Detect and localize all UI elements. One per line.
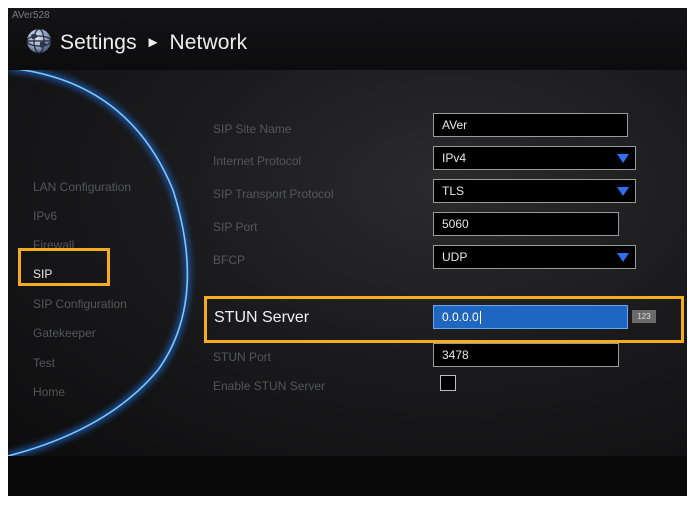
sip-transport-protocol-label: SIP Transport Protocol — [213, 187, 334, 201]
sip-port-value: 5060 — [442, 217, 469, 231]
enable-stun-server-checkbox[interactable] — [440, 375, 456, 391]
dropdown-arrow-icon — [617, 253, 629, 262]
sip-transport-protocol-value: TLS — [442, 184, 465, 198]
breadcrumb: Settings ► Network — [60, 31, 247, 55]
dropdown-arrow-icon — [617, 154, 629, 163]
bfcp-label: BFCP — [213, 253, 246, 267]
breadcrumb-network: Network — [169, 31, 248, 54]
sidebar-item-home[interactable]: Home — [33, 385, 65, 399]
bfcp-select[interactable]: UDP — [433, 245, 636, 269]
internet-protocol-value: IPv4 — [442, 151, 467, 165]
bfcp-value: UDP — [442, 250, 468, 264]
stun-port-input[interactable]: 3478 — [433, 343, 619, 367]
sidebar-item-gatekeeper[interactable]: Gatekeeper — [33, 326, 96, 340]
stun-port-value: 3478 — [442, 348, 469, 362]
sip-port-input[interactable]: 5060 — [433, 212, 619, 236]
internet-protocol-select[interactable]: IPv4 — [433, 146, 636, 170]
sip-highlight-box — [18, 248, 110, 286]
sidebar-item-sip-configuration[interactable]: SIP Configuration — [33, 297, 127, 311]
globe-icon — [26, 28, 52, 54]
sidebar-item-ipv6[interactable]: IPv6 — [33, 209, 57, 223]
sip-site-name-input[interactable]: AVer — [433, 113, 628, 137]
sip-site-name-label: SIP Site Name — [213, 122, 292, 136]
enable-stun-server-label: Enable STUN Server — [213, 379, 326, 393]
header-bar: AVer528 Settings ► Network — [8, 8, 687, 70]
sip-transport-protocol-select[interactable]: TLS — [433, 179, 636, 203]
sip-port-label: SIP Port — [213, 220, 258, 234]
footer-bar — [8, 456, 687, 496]
sip-site-name-value: AVer — [442, 118, 468, 132]
stun-port-label: STUN Port — [213, 350, 272, 364]
device-name: AVer528 — [12, 10, 50, 21]
internet-protocol-label: Internet Protocol — [213, 154, 302, 168]
sidebar-item-test[interactable]: Test — [33, 356, 55, 370]
stun-server-highlight-box — [204, 296, 684, 343]
sidebar-item-lan-configuration[interactable]: LAN Configuration — [33, 180, 131, 194]
breadcrumb-settings: Settings — [60, 31, 137, 54]
breadcrumb-arrow-icon: ► — [145, 34, 161, 51]
dropdown-arrow-icon — [617, 187, 629, 196]
